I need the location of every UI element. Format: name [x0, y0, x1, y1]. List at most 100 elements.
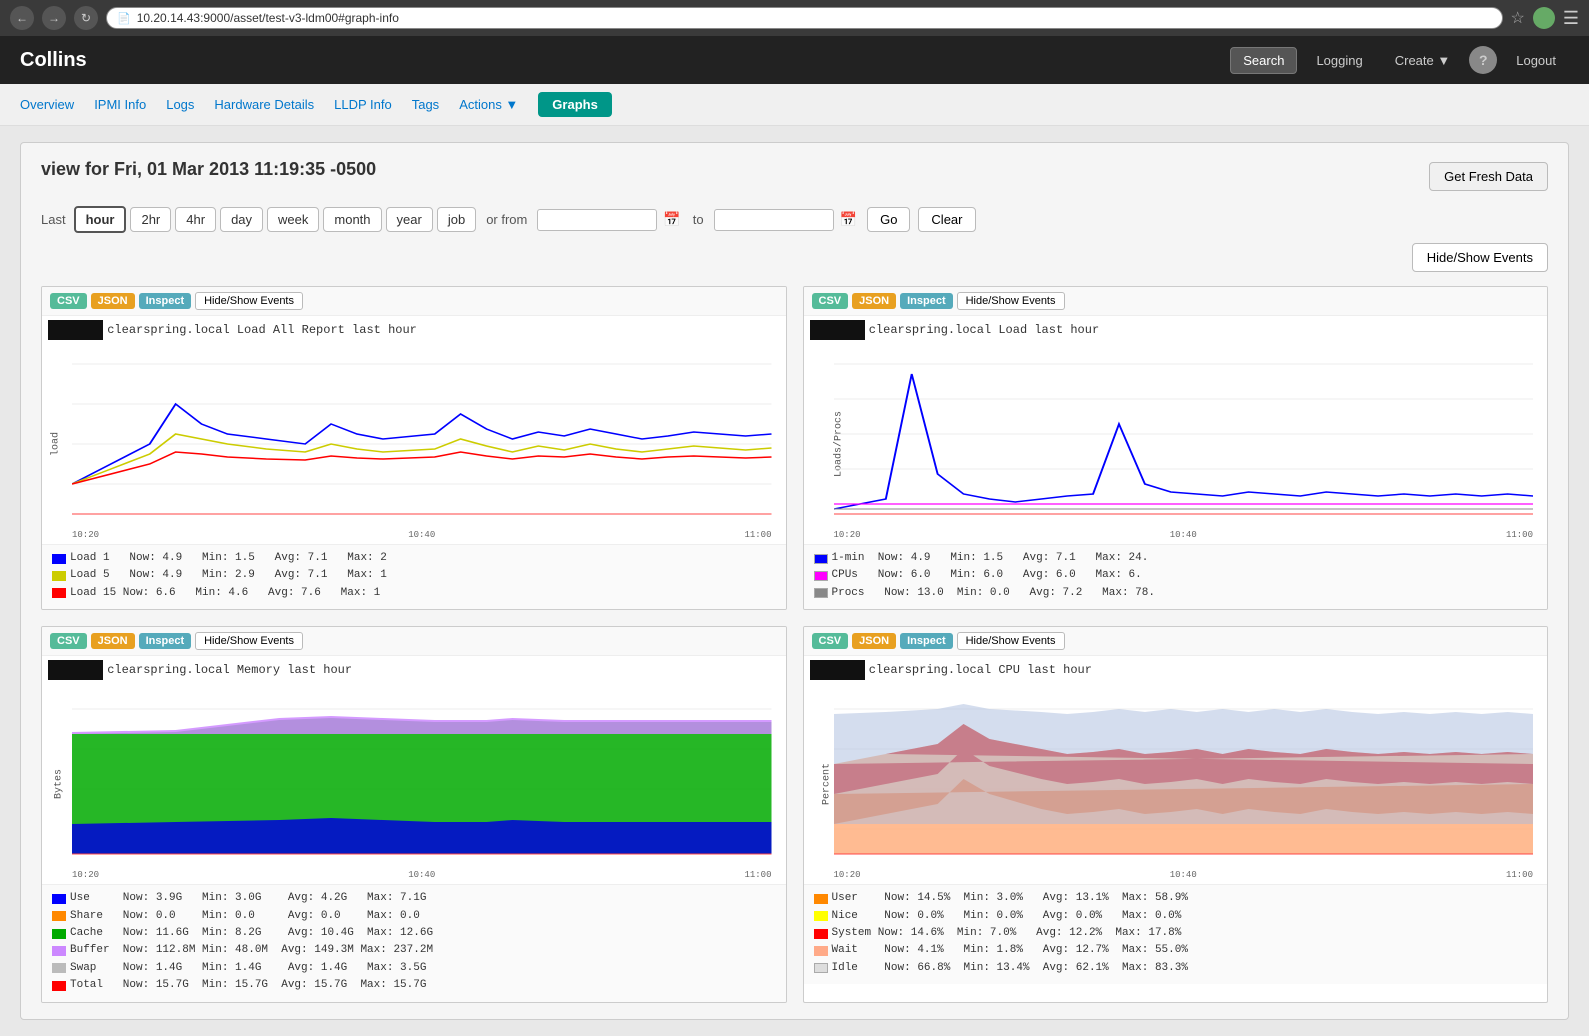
time-controls: Last hour 2hr 4hr day week month year jo…	[41, 206, 1548, 233]
legend-row: Load 15 Now: 6.6 Min: 4.6 Avg: 7.6 Max: …	[52, 586, 776, 601]
profile-icon	[1533, 7, 1555, 29]
legend-row: Share Now: 0.0 Min: 0.0 Avg: 0.0 Max: 0.…	[52, 909, 776, 924]
url-bar[interactable]: 📄 10.20.14.43:9000/asset/test-v3-ldm00#g…	[106, 7, 1503, 29]
chart-title-text-memory: clearspring.local Memory last hour	[103, 663, 352, 677]
forward-button[interactable]: →	[42, 6, 66, 30]
legend-text: System Now: 14.6% Min: 7.0% Avg: 12.2% M…	[832, 926, 1182, 941]
legend-color	[52, 963, 66, 973]
get-fresh-data-button[interactable]: Get Fresh Data	[1429, 162, 1548, 191]
legend-row: Use Now: 3.9G Min: 3.0G Avg: 4.2G Max: 7…	[52, 891, 776, 906]
subnav-ipmi-info[interactable]: IPMI Info	[94, 97, 146, 112]
inspect-button-load[interactable]: Inspect	[900, 293, 953, 309]
time-btn-day[interactable]: day	[220, 207, 263, 232]
subnav-lldp-info[interactable]: LLDP Info	[334, 97, 392, 112]
hide-show-events-bar: Hide/Show Events	[41, 243, 1548, 272]
subnav-actions[interactable]: Actions ▼	[459, 97, 518, 112]
y-axis-label-cpu: Percent	[821, 763, 832, 805]
legend-color	[52, 588, 66, 598]
legend-color	[814, 588, 828, 598]
csv-button-load-all[interactable]: CSV	[50, 293, 87, 309]
logout-button[interactable]: Logout	[1503, 47, 1569, 74]
json-button-memory[interactable]: JSON	[91, 633, 135, 649]
to-calendar-button[interactable]: 📅	[838, 209, 859, 230]
chart-title-text-load-all: clearspring.local Load All Report last h…	[103, 323, 417, 337]
time-btn-2hr[interactable]: 2hr	[130, 207, 171, 232]
legend-row: Total Now: 15.7G Min: 15.7G Avg: 15.7G M…	[52, 978, 776, 993]
last-label: Last	[41, 212, 66, 227]
json-button-load-all[interactable]: JSON	[91, 293, 135, 309]
legend-text: Idle Now: 66.8% Min: 13.4% Avg: 62.1% Ma…	[832, 961, 1188, 976]
x-axis-cpu: 10:2010:4011:00	[834, 870, 1534, 880]
main-content: view for Fri, 01 Mar 2013 11:19:35 -0500…	[0, 126, 1589, 1036]
back-button[interactable]: ←	[10, 6, 34, 30]
chart-title-bar-cpu	[810, 660, 865, 680]
info-button[interactable]: ?	[1469, 46, 1497, 74]
subnav-logs[interactable]: Logs	[166, 97, 194, 112]
inspect-button-load-all[interactable]: Inspect	[139, 293, 192, 309]
time-btn-hour[interactable]: hour	[74, 206, 127, 233]
csv-button-load[interactable]: CSV	[812, 293, 849, 309]
from-calendar-button[interactable]: 📅	[661, 209, 682, 230]
legend-color	[52, 981, 66, 991]
time-btn-4hr[interactable]: 4hr	[175, 207, 216, 232]
legend-color	[814, 554, 828, 564]
legend-color	[814, 894, 828, 904]
subnav-graphs[interactable]: Graphs	[538, 92, 612, 117]
legend-text: Use Now: 3.9G Min: 3.0G Avg: 4.2G Max: 7…	[70, 891, 426, 906]
subnav-tags[interactable]: Tags	[412, 97, 439, 112]
refresh-button[interactable]: ↻	[74, 6, 98, 30]
time-btn-year[interactable]: year	[386, 207, 433, 232]
legend-text: Load 5 Now: 4.9 Min: 2.9 Avg: 7.1 Max: 1	[70, 568, 387, 583]
subnav-overview[interactable]: Overview	[20, 97, 74, 112]
chart-svg-cpu: 100 80 60 40 20 0	[834, 684, 1534, 864]
search-button[interactable]: Search	[1230, 47, 1297, 74]
csv-button-memory[interactable]: CSV	[50, 633, 87, 649]
graph-toolbar-cpu: CSV JSON Inspect Hide/Show Events	[804, 627, 1548, 656]
chart-svg-memory: 20 G 15 G 10 G 5 G 0	[72, 684, 772, 864]
from-date-input[interactable]	[537, 209, 657, 231]
hide-show-events-memory[interactable]: Hide/Show Events	[195, 632, 303, 650]
menu-icon[interactable]: ☰	[1563, 8, 1579, 29]
inspect-button-cpu[interactable]: Inspect	[900, 633, 953, 649]
legend-row: User Now: 14.5% Min: 3.0% Avg: 13.1% Max…	[814, 891, 1538, 906]
legend-row: CPUs Now: 6.0 Min: 6.0 Avg: 6.0 Max: 6.	[814, 568, 1538, 583]
legend-text: Wait Now: 4.1% Min: 1.8% Avg: 12.7% Max:…	[832, 943, 1188, 958]
hide-show-events-cpu[interactable]: Hide/Show Events	[957, 632, 1065, 650]
time-btn-job[interactable]: job	[437, 207, 476, 232]
legend-color	[52, 929, 66, 939]
go-button[interactable]: Go	[867, 207, 910, 232]
legend-color	[52, 894, 66, 904]
time-btn-month[interactable]: month	[323, 207, 381, 232]
bookmark-icon[interactable]: ☆	[1511, 8, 1525, 28]
time-btn-week[interactable]: week	[267, 207, 319, 232]
hide-show-events-load-all[interactable]: Hide/Show Events	[195, 292, 303, 310]
legend-row: Procs Now: 13.0 Min: 0.0 Avg: 7.2 Max: 7…	[814, 586, 1538, 601]
app-header: Collins Search Logging Create ▼ ? Logout	[0, 36, 1589, 84]
to-date-input[interactable]	[714, 209, 834, 231]
logging-button[interactable]: Logging	[1303, 47, 1375, 74]
hide-show-events-load[interactable]: Hide/Show Events	[957, 292, 1065, 310]
chart-title-text-cpu: clearspring.local CPU last hour	[865, 663, 1092, 677]
legend-cpu: User Now: 14.5% Min: 3.0% Avg: 13.1% Max…	[804, 884, 1548, 984]
legend-text: Swap Now: 1.4G Min: 1.4G Avg: 1.4G Max: …	[70, 961, 426, 976]
inspect-button-memory[interactable]: Inspect	[139, 633, 192, 649]
clear-button[interactable]: Clear	[918, 207, 975, 232]
legend-color	[814, 929, 828, 939]
chart-title-bar-load-all	[48, 320, 103, 340]
legend-text: Total Now: 15.7G Min: 15.7G Avg: 15.7G M…	[70, 978, 426, 993]
legend-color	[814, 963, 828, 973]
legend-row: Cache Now: 11.6G Min: 8.2G Avg: 10.4G Ma…	[52, 926, 776, 941]
json-button-load[interactable]: JSON	[852, 293, 896, 309]
url-text: 10.20.14.43:9000/asset/test-v3-ldm00#gra…	[137, 11, 399, 25]
hide-show-events-button[interactable]: Hide/Show Events	[1412, 243, 1548, 272]
browser-bar: ← → ↻ 📄 10.20.14.43:9000/asset/test-v3-l…	[0, 0, 1589, 36]
y-axis-label-load-all: load	[51, 432, 62, 456]
legend-text: Cache Now: 11.6G Min: 8.2G Avg: 10.4G Ma…	[70, 926, 433, 941]
legend-load: 1-min Now: 4.9 Min: 1.5 Avg: 7.1 Max: 24…	[804, 544, 1548, 609]
subnav-hardware-details[interactable]: Hardware Details	[214, 97, 314, 112]
to-label: to	[693, 212, 704, 227]
json-button-cpu[interactable]: JSON	[852, 633, 896, 649]
create-button[interactable]: Create ▼	[1382, 47, 1464, 74]
csv-button-cpu[interactable]: CSV	[812, 633, 849, 649]
legend-text: Procs Now: 13.0 Min: 0.0 Avg: 7.2 Max: 7…	[832, 586, 1155, 601]
